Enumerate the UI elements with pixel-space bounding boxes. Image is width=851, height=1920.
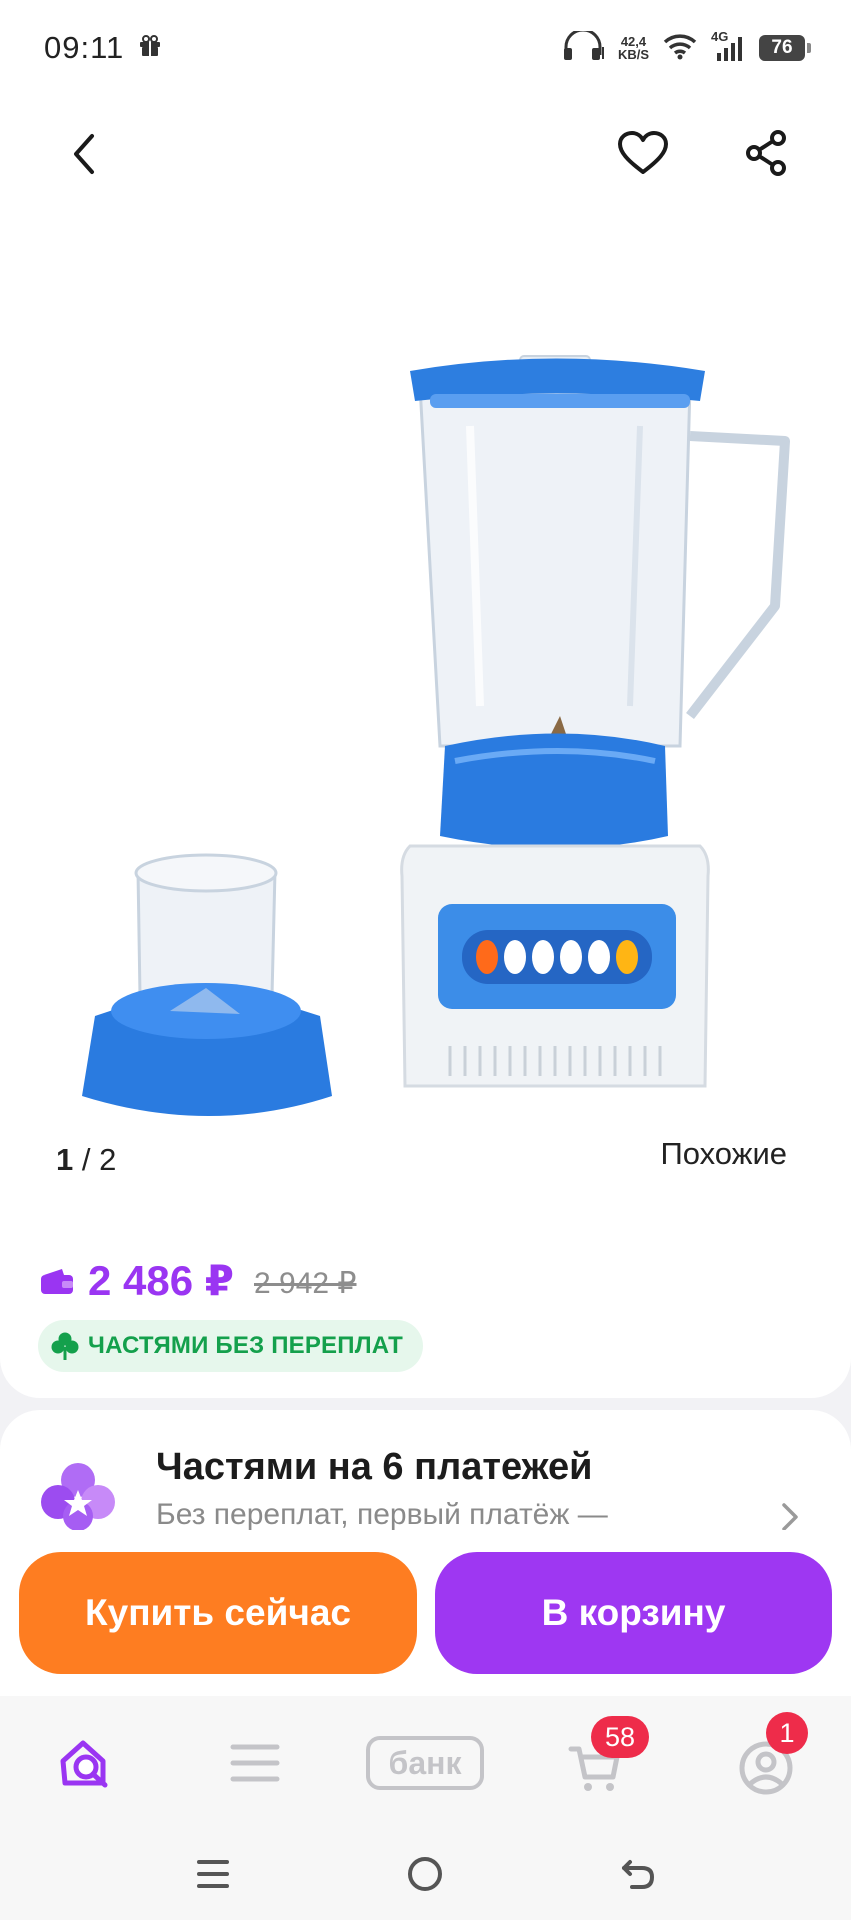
heart-icon <box>618 131 668 174</box>
old-price: 2 942 ₽ <box>254 1267 357 1300</box>
tab-profile[interactable]: 1 <box>706 1712 826 1802</box>
back-system-button[interactable] <box>608 1846 668 1902</box>
wallet-icon <box>41 1268 73 1294</box>
recent-apps-icon <box>197 1860 229 1888</box>
home-button[interactable] <box>395 1846 455 1902</box>
battery-icon: 76 <box>759 35 811 61</box>
search-home-icon <box>60 1740 108 1788</box>
status-bar: 09:11 42,4 KB/S 4G 76 <box>0 0 851 96</box>
bank-label: банк <box>366 1736 484 1790</box>
tab-home[interactable] <box>25 1724 145 1802</box>
current-price: 2 486 ₽ <box>88 1257 234 1304</box>
back-button[interactable] <box>60 126 108 182</box>
net-speed: 42,4 KB/S <box>617 34 649 62</box>
system-nav <box>0 1826 851 1920</box>
headphones-icon <box>562 28 604 66</box>
share-button[interactable] <box>740 124 792 182</box>
signal-icon: 4G <box>711 29 745 63</box>
back-arrow-icon <box>622 1860 655 1889</box>
product-image <box>82 355 790 1116</box>
product-gallery[interactable] <box>0 276 851 1176</box>
top-nav <box>0 96 851 206</box>
recent-apps-button[interactable] <box>183 1846 243 1902</box>
share-icon <box>746 130 786 176</box>
clover-icon <box>51 1332 79 1360</box>
bottom-tab-bar: банк 58 1 <box>0 1696 851 1826</box>
installment-subtitle: Без переплат, первый платёж — <box>156 1498 608 1531</box>
profile-badge: 1 <box>766 1712 808 1754</box>
cart-badge: 58 <box>591 1716 649 1758</box>
tab-cart[interactable]: 58 <box>535 1716 655 1802</box>
add-to-cart-button[interactable]: В корзину <box>435 1552 832 1674</box>
installment-title: Частями на 6 платежей <box>156 1446 593 1488</box>
installment-badge-label: ЧАСТЯМИ БЕЗ ПЕРЕПЛАТ <box>88 1332 403 1359</box>
tab-bank[interactable]: банк <box>365 1724 485 1802</box>
gallery-counter: 1 / 2 <box>56 1142 117 1177</box>
product-card: 1 / 2 Похожие 2 486 ₽ 2 942 ₽ ЧАСТЯМИ БЕ… <box>0 96 851 1398</box>
wifi-icon <box>663 32 697 65</box>
similar-link[interactable]: Похожие <box>660 1136 787 1172</box>
tab-catalog[interactable] <box>195 1724 315 1802</box>
chevron-right-icon <box>782 1503 798 1531</box>
product-page: 09:11 42,4 KB/S 4G 76 1 / 2 Похожие 2 48… <box>0 0 851 1920</box>
buy-now-button[interactable]: Купить сейчас <box>19 1552 417 1674</box>
status-time: 09:11 <box>44 30 125 65</box>
home-circle-icon <box>408 1857 442 1891</box>
gift-icon <box>138 34 162 63</box>
price-row: 2 486 ₽ 2 942 ₽ <box>40 1256 357 1305</box>
installment-badge[interactable]: ЧАСТЯМИ БЕЗ ПЕРЕПЛАТ <box>38 1320 423 1372</box>
chevron-left-icon <box>74 134 94 174</box>
favorite-button[interactable] <box>614 124 672 182</box>
action-bar: Купить сейчас В корзину <box>0 1530 851 1696</box>
menu-icon <box>230 1744 280 1782</box>
